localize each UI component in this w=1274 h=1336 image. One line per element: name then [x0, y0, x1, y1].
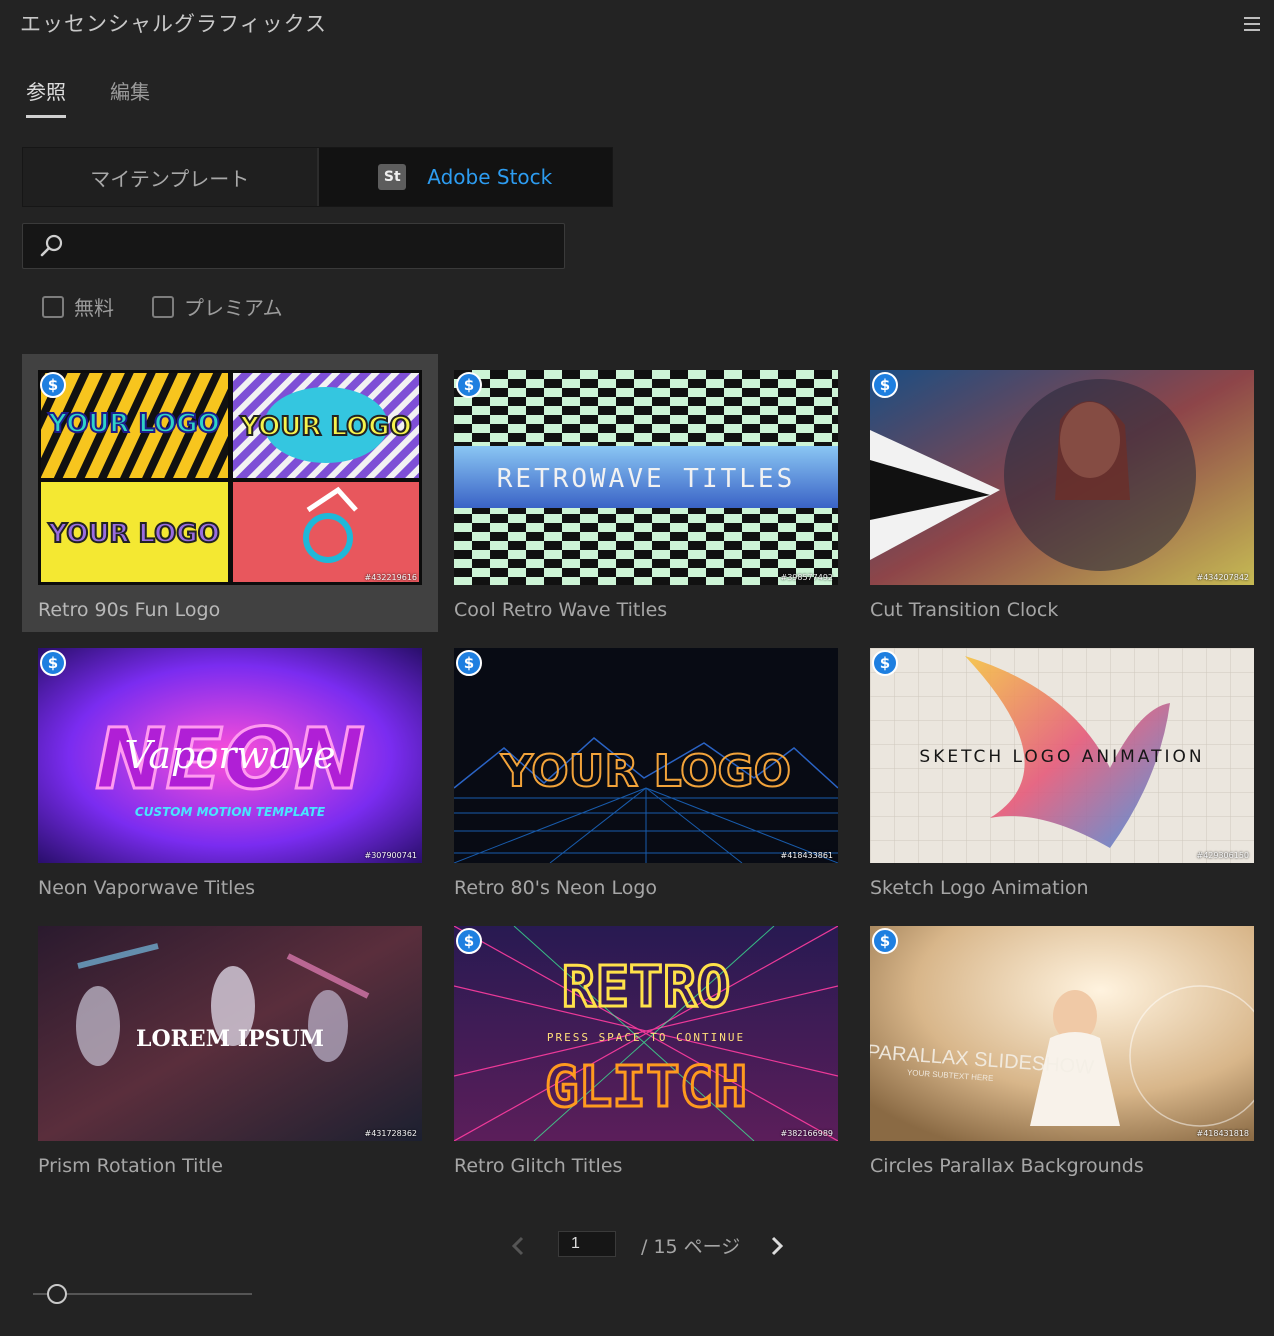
search-icon	[40, 234, 63, 257]
premium-checkbox[interactable]	[152, 295, 174, 318]
template-card[interactable]: RETRO PRESS SPACE TO CONTINUE GLITCH $ #…	[438, 910, 854, 1188]
template-thumbnail: YOUR LOGO YOUR LOGO YOUR LOGO $ #4322196…	[38, 370, 422, 585]
template-card[interactable]: $ #434207842 Cut Transition Clock	[854, 354, 1270, 632]
asset-id: #418433861	[780, 851, 833, 860]
tile3-text: YOUR LOGO	[47, 519, 219, 549]
template-card[interactable]: YOUR LOGO $ #418433861 Retro 80's Neon L…	[438, 632, 854, 910]
license-filters: 無料 プレミアム	[42, 292, 283, 321]
tile2-text: YOUR LOGO	[239, 412, 411, 442]
page-number-input[interactable]	[558, 1231, 616, 1257]
search-input[interactable]	[65, 225, 564, 267]
thumbnail-overlay-text: LOREM IPSUM	[136, 1026, 324, 1052]
template-thumbnail: NEON Vaporwave CUSTOM MOTION TEMPLATE $ …	[38, 648, 422, 863]
neon-subtitle-text: CUSTOM MOTION TEMPLATE	[135, 805, 326, 819]
template-title: Prism Rotation Title	[38, 1155, 223, 1177]
page-total-label: / 15 ページ	[641, 1236, 741, 1258]
premium-badge-icon: $	[456, 928, 482, 954]
template-title: Retro 90s Fun Logo	[38, 599, 221, 621]
filter-free-label: 無料	[74, 296, 114, 320]
slider-handle[interactable]	[47, 1284, 67, 1304]
chevron-left-icon[interactable]	[508, 1234, 528, 1258]
template-title: Sketch Logo Animation	[870, 877, 1089, 899]
asset-id: #418431818	[1196, 1129, 1249, 1138]
template-title: Retro 80's Neon Logo	[454, 877, 658, 899]
premium-badge-icon: $	[456, 372, 482, 398]
template-thumbnail: YOUR LOGO $ #418433861	[454, 648, 838, 863]
asset-id: #307900741	[364, 851, 417, 860]
thumbnail-overlay-text: SKETCH LOGO ANIMATION	[919, 747, 1204, 767]
my-templates-button[interactable]: マイテンプレート	[23, 148, 319, 206]
glitch-word-text: GLITCH	[545, 1055, 747, 1120]
template-card[interactable]: YOUR LOGO YOUR LOGO YOUR LOGO $ #4322196…	[22, 354, 438, 632]
template-title: Neon Vaporwave Titles	[38, 877, 256, 899]
tab-browse[interactable]: 参照	[26, 76, 66, 118]
asset-id: #431728362	[364, 1129, 417, 1138]
template-thumbnail: $ #434207842	[870, 370, 1254, 585]
template-title: Circles Parallax Backgrounds	[870, 1155, 1144, 1177]
premium-badge-icon: $	[456, 650, 482, 676]
asset-id: #429306150	[1196, 851, 1249, 860]
premium-badge-icon: $	[40, 372, 66, 398]
thumbnail-overlay-text: RETROWAVE TITLES	[497, 464, 795, 494]
hamburger-menu-icon[interactable]	[1244, 17, 1260, 31]
adobe-stock-icon: St	[378, 164, 407, 190]
template-thumbnail: RETRO PRESS SPACE TO CONTINUE GLITCH $ #…	[454, 926, 838, 1141]
template-thumbnail: RETROWAVE TITLES $ #398577492	[454, 370, 838, 585]
template-thumbnail: SKETCH LOGO ANIMATION $ #429306150	[870, 648, 1254, 863]
premium-badge-icon: $	[872, 650, 898, 676]
premium-badge-icon: $	[40, 650, 66, 676]
template-title: Cut Transition Clock	[870, 599, 1059, 621]
my-templates-label: マイテンプレート	[90, 166, 250, 191]
vaporwave-script-text: Vaporwave	[124, 733, 335, 777]
premium-badge-icon: $	[872, 928, 898, 954]
template-title: Retro Glitch Titles	[454, 1155, 623, 1177]
thumbnail-overlay-text: RETRO	[562, 955, 731, 1020]
free-checkbox[interactable]	[42, 295, 64, 318]
search-box	[22, 223, 565, 269]
asset-id: #432219616	[364, 573, 417, 582]
template-card[interactable]: SKETCH LOGO ANIMATION $ #429306150 Sketc…	[854, 632, 1270, 910]
filter-free[interactable]: 無料	[42, 292, 114, 321]
template-card[interactable]: PARALLAX SLIDESHOW YOUR SUBTEXT HERE $ #…	[854, 910, 1270, 1188]
template-card[interactable]: RETROWAVE TITLES $ #398577492 Cool Retro…	[438, 354, 854, 632]
tile1-text: YOUR LOGO	[47, 409, 219, 439]
asset-id: #382166989	[780, 1129, 833, 1138]
press-space-text: PRESS SPACE TO CONTINUE	[547, 1031, 745, 1044]
asset-id: #398577492	[780, 573, 833, 582]
adobe-stock-button[interactable]: St Adobe Stock	[318, 148, 612, 206]
premium-badge-icon: $	[872, 372, 898, 398]
source-switch: マイテンプレート St Adobe Stock	[22, 147, 613, 207]
asset-id: #434207842	[1196, 573, 1249, 582]
thumbnail-overlay-text: YOUR LOGO	[500, 746, 791, 797]
chevron-right-icon[interactable]	[767, 1234, 787, 1258]
filter-premium-label: プレミアム	[184, 296, 283, 320]
template-thumbnail: PARALLAX SLIDESHOW YOUR SUBTEXT HERE $ #…	[870, 926, 1254, 1141]
template-card[interactable]: LOREM IPSUM #431728362 Prism Rotation Ti…	[22, 910, 438, 1188]
panel-title: エッセンシャルグラフィックス	[20, 12, 327, 36]
pagination: / 15 ページ	[0, 1228, 1274, 1264]
adobe-stock-label: Adobe Stock	[427, 165, 553, 189]
template-card[interactable]: NEON Vaporwave CUSTOM MOTION TEMPLATE $ …	[22, 632, 438, 910]
filter-premium[interactable]: プレミアム	[152, 292, 283, 321]
template-title: Cool Retro Wave Titles	[454, 599, 668, 621]
tab-edit[interactable]: 編集	[110, 76, 150, 118]
tab-bar: 参照 編集	[26, 76, 150, 118]
template-thumbnail: LOREM IPSUM #431728362	[38, 926, 422, 1141]
essential-graphics-panel: エッセンシャルグラフィックス 参照 編集 マイテンプレート St Adobe S…	[0, 0, 1274, 1336]
